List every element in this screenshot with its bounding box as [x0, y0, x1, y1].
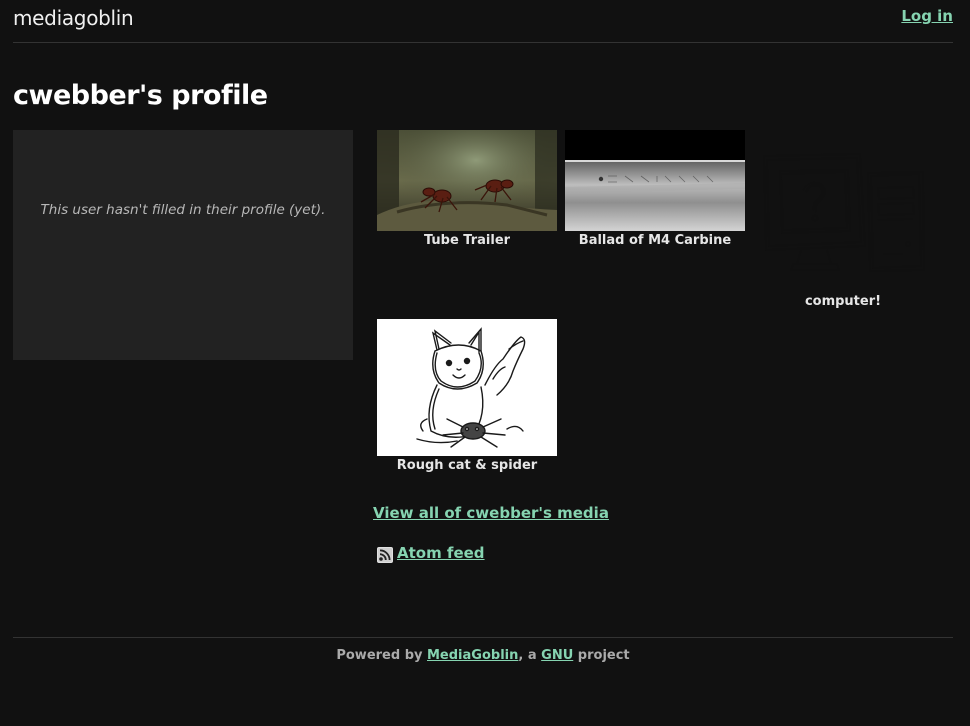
rss-feed-icon[interactable]	[377, 547, 393, 563]
tube-trailer-thumbnail-image	[377, 130, 557, 231]
profile-box: This user hasn't filled in their profile…	[13, 130, 353, 360]
view-all-media-link[interactable]: View all of cwebber's media	[373, 504, 609, 522]
media-title-tube-trailer[interactable]: Tube Trailer	[377, 233, 557, 248]
atom-feed-link[interactable]: Atom feed	[397, 544, 485, 562]
footer-separator: , a	[518, 648, 537, 663]
profile-empty-message: This user hasn't filled in their profile…	[40, 202, 326, 218]
footer-suffix: project	[577, 648, 630, 663]
gnu-link[interactable]: GNU	[541, 648, 573, 663]
mediagoblin-link[interactable]: MediaGoblin	[427, 648, 518, 663]
media-thumbnail-rough-cat-and-spider[interactable]	[377, 319, 557, 456]
footer-powered-by: Powered by	[336, 648, 423, 663]
media-thumbnail-tube-trailer[interactable]	[377, 130, 557, 231]
computer-drawing-icon	[763, 153, 925, 272]
ballad-thumbnail-image	[565, 130, 745, 231]
page: mediagoblin Log in cwebber's profile Thi…	[0, 0, 970, 726]
site-logo[interactable]: mediagoblin	[13, 6, 134, 30]
login-link[interactable]: Log in	[901, 7, 953, 25]
footer: Powered by MediaGoblin, a GNU project	[13, 637, 953, 663]
media-title-ballad-of-m4-carbine[interactable]: Ballad of M4 Carbine	[565, 233, 745, 248]
media-thumbnail-ballad-of-m4-carbine[interactable]	[565, 130, 745, 231]
media-thumbnail-computer[interactable]	[753, 146, 933, 278]
media-title-rough-cat-and-spider[interactable]: Rough cat & spider	[377, 458, 557, 473]
page-title: cwebber's profile	[13, 80, 268, 111]
media-title-computer[interactable]: computer!	[753, 294, 933, 309]
cat-sketch-icon	[377, 319, 557, 456]
header: mediagoblin Log in	[13, 0, 953, 43]
